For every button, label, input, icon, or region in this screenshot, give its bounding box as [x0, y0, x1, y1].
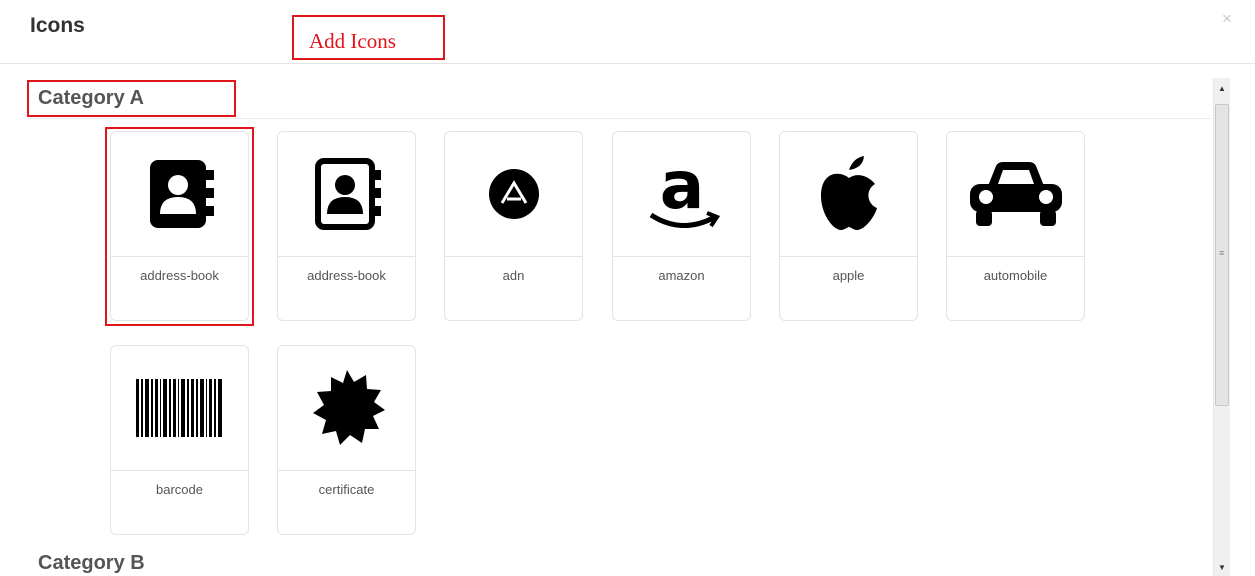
icon-card-automobile[interactable]: automobile — [946, 131, 1085, 321]
icon-card-address-book[interactable]: address-book — [110, 131, 249, 321]
icon-label: certificate — [318, 482, 375, 497]
scroll-up-arrow-icon[interactable]: ▲ — [1214, 80, 1230, 97]
adn-icon — [445, 132, 582, 257]
icon-label: adn — [502, 268, 525, 283]
icon-card-adn[interactable]: adn — [444, 131, 583, 321]
certificate-icon — [278, 346, 415, 471]
address-book-outline-icon — [278, 132, 415, 257]
automobile-icon — [947, 132, 1084, 257]
scroll-down-arrow-icon[interactable]: ▼ — [1214, 559, 1230, 576]
category-a-header: Category A — [38, 87, 144, 109]
icon-card-apple[interactable]: apple — [779, 131, 918, 321]
icon-card-address-book-outline[interactable]: address-book — [277, 131, 416, 321]
icon-card-certificate[interactable]: certificate — [277, 345, 416, 535]
grip-icon: ≡ — [1219, 248, 1225, 258]
icon-label: amazon — [658, 268, 705, 283]
close-button[interactable]: × — [1222, 10, 1232, 27]
icon-card-barcode[interactable]: barcode — [110, 345, 249, 535]
icon-label: apple — [832, 268, 865, 283]
icon-label: address-book — [307, 268, 386, 283]
modal-header: Icons Add Icons × — [0, 0, 1255, 64]
barcode-icon — [111, 346, 248, 471]
icon-label: address-book — [140, 268, 219, 283]
svg-text:a: a — [659, 153, 704, 224]
amazon-icon: a — [613, 132, 750, 257]
scroll-thumb[interactable]: ≡ — [1215, 104, 1229, 406]
address-book-icon — [111, 132, 248, 257]
category-b-header: Category B — [38, 552, 145, 574]
vertical-scrollbar[interactable]: ▲ ≡ ▼ — [1213, 78, 1230, 576]
add-icons-annotation: Add Icons — [292, 15, 445, 60]
icon-card-amazon[interactable]: a amazon — [612, 131, 751, 321]
icon-list: Category A address-book address-book adn… — [0, 65, 1255, 576]
icon-label: barcode — [156, 482, 203, 497]
icon-label: automobile — [983, 268, 1048, 283]
modal-title: Icons — [30, 14, 85, 37]
category-divider — [28, 118, 1211, 119]
apple-icon — [780, 132, 917, 257]
